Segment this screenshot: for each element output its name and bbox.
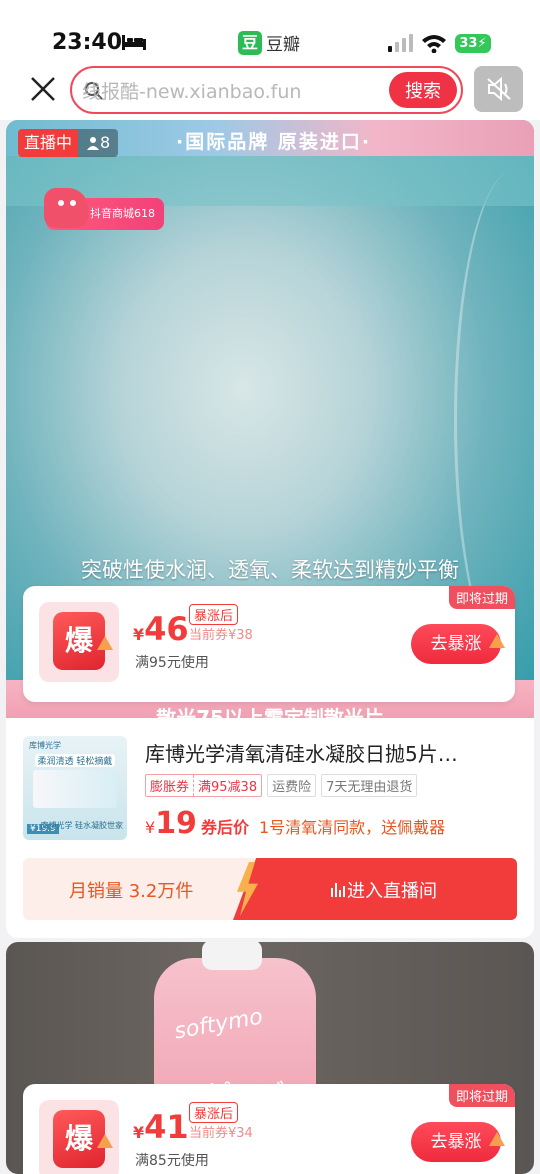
- surge-button-label: 去暴涨: [430, 1132, 482, 1152]
- search-input[interactable]: [82, 78, 382, 106]
- live-badge: 直播中 8: [18, 129, 119, 157]
- app-name: 豆瓣: [266, 35, 300, 55]
- mute-button[interactable]: [474, 66, 523, 112]
- surge-coupon-2: 即将过期 爆 ¥41 暴涨后 当前券¥34 满85元使用 去暴涨: [23, 1084, 515, 1174]
- search-button[interactable]: 搜索: [389, 72, 457, 108]
- search-header: 搜索: [0, 64, 540, 120]
- live-product-card[interactable]: ·国际品牌 原装进口· 直播中 8 抖音商城618 突破性使水润、透氧、柔软达到…: [6, 120, 534, 938]
- coupon-yen: ¥: [133, 1123, 145, 1142]
- current-coupon: 当前券¥34: [189, 1126, 253, 1141]
- coupon-tag-type: 膨胀券: [150, 780, 190, 795]
- mall-tag-label: 抖音商城618: [90, 207, 155, 220]
- price-value: 19: [155, 806, 197, 841]
- surge-button-label: 去暴涨: [430, 634, 482, 654]
- video-bottom-text: 散光75以上需定制散光片: [156, 706, 384, 718]
- thumb-note: 库博光学 硅水凝胶世家: [40, 821, 123, 830]
- video-subtitle: 突破性使水润、透氧、柔软达到精妙平衡: [81, 558, 459, 582]
- wifi-icon: [422, 35, 446, 53]
- surge-tag: 暴涨后: [189, 604, 239, 625]
- coupon-price-value: 41: [144, 1108, 189, 1146]
- expansion-coupon-tag: 膨胀券 满95减38: [145, 774, 263, 797]
- price-suffix: 券后价: [200, 818, 249, 837]
- back-to-app-badge[interactable]: 豆 豆瓣: [238, 30, 300, 55]
- status-time: 23:40: [52, 30, 123, 55]
- up-arrow-icon: [97, 636, 113, 650]
- banner-text: ·国际品牌 原装进口·: [176, 131, 372, 153]
- price-yen: ¥: [145, 818, 156, 837]
- product-tags: 膨胀券 满95减38 运费险 7天无理由退货: [145, 774, 418, 797]
- mascot-icon: [44, 188, 88, 228]
- sleep-mode-icon: [122, 35, 146, 50]
- thumb-brand: 库博光学: [29, 741, 61, 750]
- douban-logo-icon: 豆: [238, 30, 262, 55]
- close-icon[interactable]: [28, 74, 58, 104]
- current-coupon: 当前券¥38: [189, 628, 253, 643]
- surge-coupon: 即将过期 爆 ¥46 暴涨后 当前券¥38 满95元使用 去暴涨: [23, 586, 515, 702]
- douyin-mall-tag: 抖音商城618: [44, 188, 164, 230]
- viewer-count-value: 8: [100, 133, 111, 152]
- coupon-price: ¥41: [133, 1108, 189, 1146]
- product-price: ¥ 19 券后价 1号清氧清同款，送佩戴器: [145, 806, 445, 841]
- enter-live-text: 进入直播间: [347, 881, 437, 902]
- coupon-price: ¥46: [133, 610, 189, 648]
- live-product-card-2[interactable]: softymo スピーディ 即将过期 爆 ¥41 暴涨后 当前券¥34 满85元…: [6, 942, 534, 1174]
- live-bars-icon: [331, 883, 345, 897]
- up-arrow-icon: [489, 1132, 505, 1146]
- up-arrow-icon: [489, 634, 505, 648]
- person-icon: [87, 137, 100, 150]
- expire-label: 即将过期: [448, 586, 515, 609]
- coupon-price-value: 46: [144, 610, 189, 648]
- speaker-muted-icon: [487, 77, 511, 101]
- bottle-brand: softymo: [172, 1004, 265, 1045]
- monthly-sales: 月销量 3.2万件: [69, 881, 194, 902]
- product-title[interactable]: 库博光学清氧清硅水凝胶日抛5片…: [145, 738, 505, 767]
- product-thumbnail[interactable]: 库博光学 柔润清透 轻松摘戴 ¥19.9 库博光学 硅水凝胶世家: [23, 736, 127, 840]
- status-bar: 23:40 豆 豆瓣 33⚡: [0, 0, 540, 64]
- tag-7day-return: 7天无理由退货: [321, 774, 418, 797]
- coupon-yen: ¥: [133, 625, 145, 644]
- surge-button[interactable]: 去暴涨: [411, 624, 505, 664]
- sales-bar: 月销量 3.2万件 进入直播间: [23, 858, 517, 920]
- tag-shipping-insurance: 运费险: [267, 774, 317, 797]
- price-note: 1号清氧清同款，送佩戴器: [258, 818, 446, 837]
- product-box-image: [33, 770, 117, 808]
- search-bar: 搜索: [70, 66, 463, 114]
- expire-label: 即将过期: [448, 1084, 515, 1107]
- min-use: 满85元使用: [135, 1153, 209, 1169]
- viewer-count: 8: [78, 129, 119, 157]
- enter-live-label: 进入直播间: [331, 877, 437, 903]
- product-info[interactable]: 库博光学 柔润清透 轻松摘戴 ¥19.9 库博光学 硅水凝胶世家 库博光学清氧清…: [6, 718, 534, 938]
- battery-icon: 33⚡: [455, 34, 491, 53]
- live-label: 直播中: [18, 129, 79, 157]
- surge-button[interactable]: 去暴涨: [411, 1122, 505, 1162]
- enter-live-button[interactable]: 进入直播间: [233, 858, 517, 920]
- up-arrow-icon: [97, 1134, 113, 1148]
- surge-tag: 暴涨后: [189, 1102, 239, 1123]
- cellular-signal-icon: [388, 34, 413, 52]
- battery-level: 33: [459, 36, 478, 51]
- min-use: 满95元使用: [135, 655, 209, 671]
- thumb-slogan: 柔润清透 轻松摘戴: [35, 754, 115, 767]
- coupon-tag-amount: 满95减38: [193, 775, 261, 796]
